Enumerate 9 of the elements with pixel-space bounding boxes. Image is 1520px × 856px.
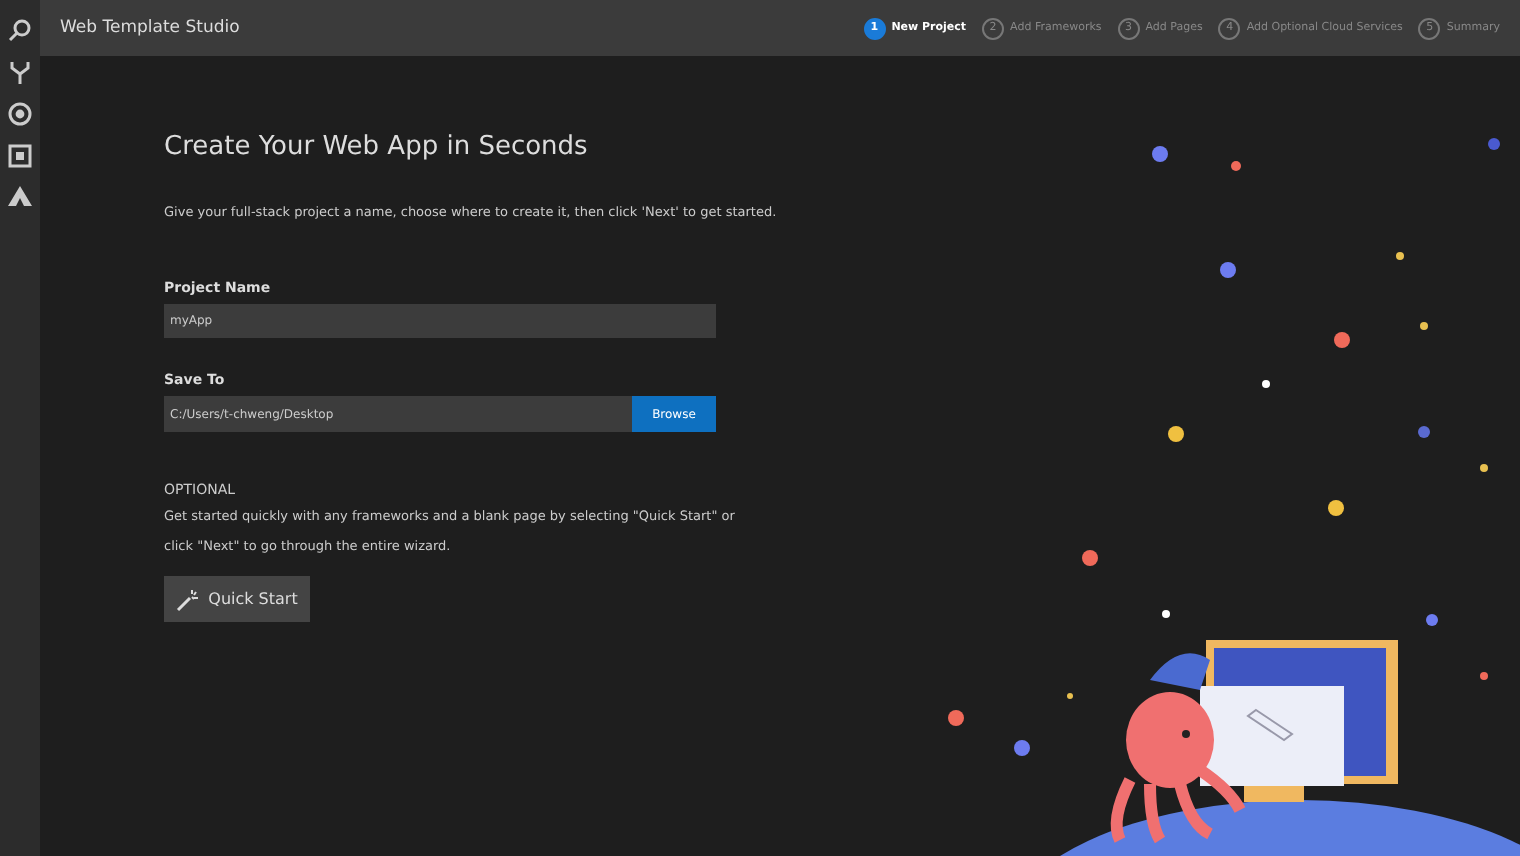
quick-start-button[interactable]: Quick Start [164,576,310,622]
branch-icon[interactable] [8,60,32,84]
square-icon[interactable] [8,144,32,168]
search-icon[interactable] [8,18,32,42]
window-title: Web Template Studio [60,18,240,38]
triangle-icon[interactable] [8,186,32,206]
page-heading: Create Your Web App in Seconds [164,132,590,162]
circle-icon[interactable] [8,102,32,126]
wand-icon [176,587,201,611]
